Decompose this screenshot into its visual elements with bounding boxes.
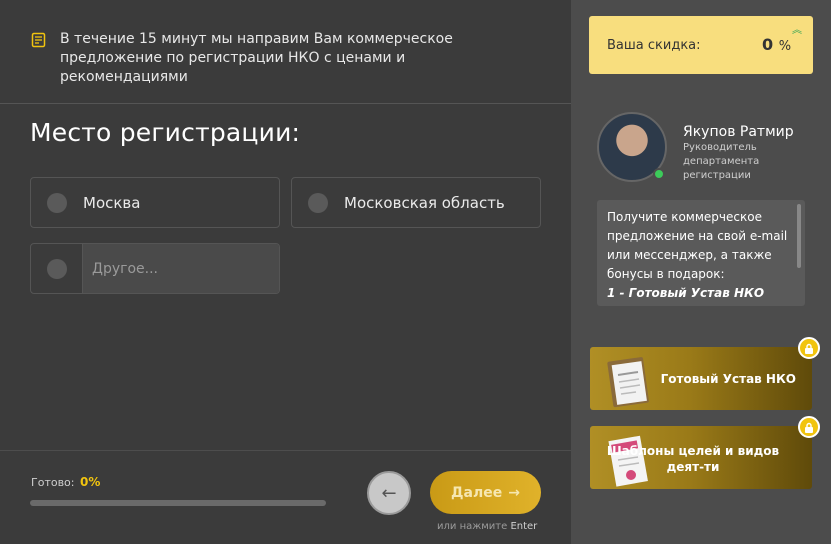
arrow-right-icon: → [508, 484, 520, 501]
other-input[interactable] [83, 244, 279, 293]
progress-value: 0% [80, 475, 101, 489]
radio-button[interactable] [308, 192, 328, 213]
question-title: Место регистрации: [30, 118, 301, 147]
radio-button[interactable] [47, 192, 67, 213]
scrollbar[interactable] [797, 204, 801, 268]
discount-label: Ваша скидка: [607, 38, 701, 53]
discount-value: 0 % [762, 35, 791, 54]
option-other[interactable] [30, 243, 280, 294]
arrow-left-icon: ← [381, 482, 397, 504]
clipboard-document-icon [607, 357, 649, 408]
chat-bubble[interactable]: Получите коммерческое предложение на сво… [597, 200, 805, 306]
discount-unit: % [778, 39, 792, 54]
discount-number: 0 [762, 35, 774, 54]
manager-role: Руководитель департамента регистрации [683, 142, 760, 181]
option-moscow[interactable]: Москва [30, 177, 280, 228]
next-label: Далее [451, 484, 503, 501]
bonus-card-templates[interactable]: Шаблоны целей и видов деят-ти [590, 416, 820, 489]
radio-button[interactable] [46, 258, 67, 279]
back-button[interactable]: ← [367, 471, 411, 515]
progress-bar [30, 500, 326, 506]
option-moscow-region[interactable]: Московская область [291, 177, 541, 228]
quiz-panel: В течение 15 минут мы направим Вам комме… [0, 0, 571, 544]
lock-icon [798, 416, 820, 438]
progress-label: Готово: [31, 476, 75, 489]
enter-hint: или нажмите Enter [437, 521, 537, 532]
double-chevron-up-icon: ︽ [792, 25, 802, 36]
manager-name: Якупов Ратмир [683, 124, 794, 140]
online-status-icon [653, 168, 665, 180]
notice-text: В течение 15 минут мы направим Вам комме… [60, 31, 453, 85]
bonus-card-charter[interactable]: Готовый Устав НКО [590, 337, 820, 410]
next-button[interactable]: Далее → [430, 471, 541, 514]
info-notice: В течение 15 минут мы направим Вам комме… [0, 0, 571, 104]
hint-key: Enter [510, 521, 538, 532]
sidebar: Ваша скидка: 0 % ︽ Якупов Ратмир Руковод… [571, 0, 831, 544]
discount-box: Ваша скидка: 0 % ︽ [589, 16, 813, 74]
lock-icon [798, 337, 820, 359]
option-label: Москва [83, 193, 141, 212]
checklist-icon [31, 32, 46, 48]
hint-prefix: или нажмите [437, 521, 508, 532]
chat-message: Получите коммерческое предложение на сво… [607, 210, 788, 281]
bonus-label: Шаблоны целей и видов деят-ти [606, 444, 780, 474]
bonus-label: Готовый Устав НКО [660, 372, 796, 386]
chat-message-bonus: 1 - Готовый Устав НКО [607, 286, 765, 300]
footer-divider [0, 450, 571, 451]
radio-wrapper[interactable] [31, 244, 83, 293]
option-label: Московская область [344, 193, 505, 212]
